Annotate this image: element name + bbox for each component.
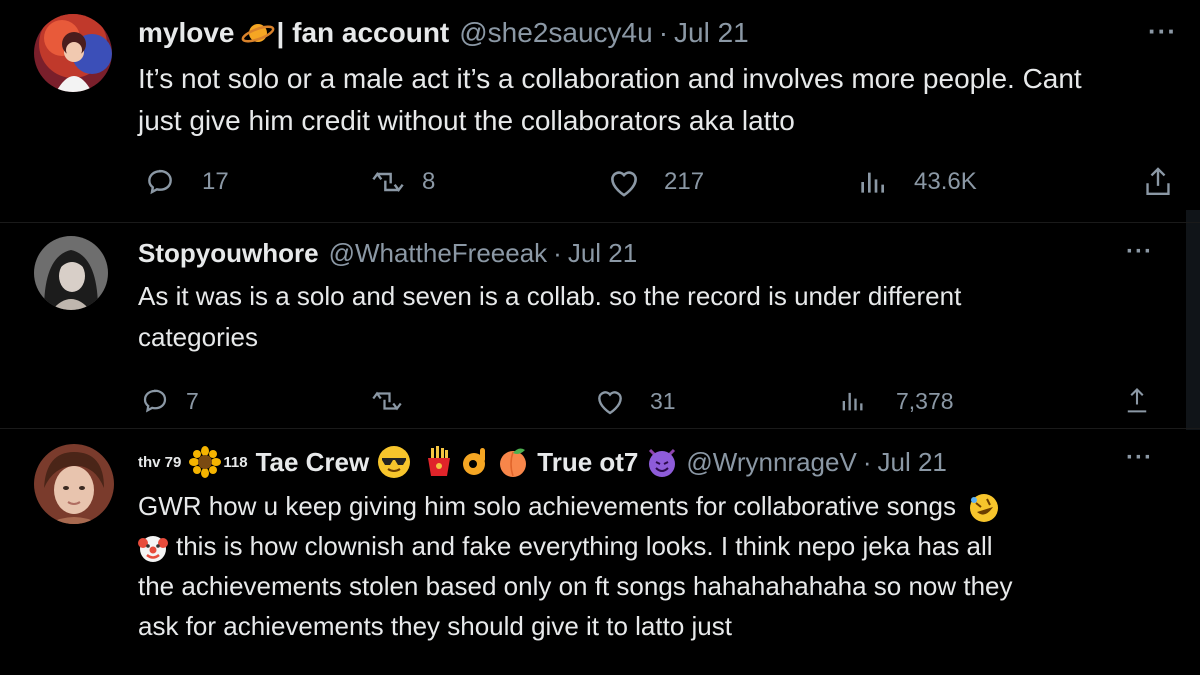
rolling-laughing-emoji-icon — [969, 493, 999, 523]
tweet-text-line: categories — [138, 322, 258, 352]
retweet-icon — [370, 386, 404, 416]
display-name-part: 118 — [223, 453, 248, 471]
avatar[interactable] — [34, 236, 108, 310]
tweet-text-segment: this is how clownish and fake everything… — [176, 531, 993, 561]
share-button[interactable] — [1142, 164, 1174, 200]
reply-button[interactable]: 7 — [140, 384, 199, 418]
reply-icon — [144, 166, 176, 198]
retweet-icon — [370, 166, 406, 198]
tweet-header: thv 79 118 Tae Crew True ot7 @WrynnrageV… — [138, 442, 947, 482]
clown-emoji-icon — [138, 533, 168, 563]
like-button[interactable]: 217 — [606, 164, 704, 200]
display-name-suffix: | fan account — [276, 17, 450, 48]
ok-hand-emoji-icon — [461, 446, 491, 478]
share-icon — [1142, 165, 1174, 199]
tweet-date[interactable]: Jul 21 — [674, 17, 749, 49]
views-button[interactable]: 7,378 — [838, 384, 954, 418]
tweet-date[interactable]: Jul 21 — [568, 238, 637, 269]
reply-count: 17 — [202, 168, 229, 195]
like-count: 31 — [650, 387, 676, 414]
separator-dot: · — [553, 237, 562, 268]
tweet-3[interactable]: thv 79 118 Tae Crew True ot7 @WrynnrageV… — [0, 428, 1200, 675]
saturn-emoji-icon — [241, 19, 275, 47]
tweet-text-segment: GWR how u keep giving him solo achieveme… — [138, 491, 956, 521]
views-button[interactable]: 43.6K — [856, 164, 977, 200]
user-handle[interactable]: @WhattheFreeeak — [329, 238, 548, 269]
tweet-text-line: just give him credit without the collabo… — [138, 105, 795, 136]
tweet-text-line: this is how clownish and fake everything… — [138, 526, 1013, 566]
like-count: 217 — [664, 168, 705, 195]
reply-icon — [140, 386, 170, 416]
separator-dot: · — [658, 17, 669, 48]
heart-icon — [606, 166, 642, 198]
user-handle[interactable]: @she2saucy4u — [459, 17, 652, 49]
user-handle[interactable]: @WrynnrageV — [686, 447, 856, 478]
tweet-actions: 17 8 217 43.6K — [0, 164, 1200, 204]
tweet-1[interactable]: mylove | fan account @she2saucy4u · Jul … — [0, 0, 1200, 222]
share-button[interactable] — [1122, 384, 1152, 418]
like-button[interactable]: 31 — [594, 384, 676, 418]
fries-emoji-icon — [425, 446, 453, 478]
display-name-part[interactable]: True ot7 — [537, 447, 638, 478]
tweet-text-line: It’s not solo or a male act it’s a colla… — [138, 63, 1082, 94]
tweet-text-line: the achievements stolen based only on ft… — [138, 571, 1013, 601]
more-options-button[interactable]: ··· — [1148, 16, 1177, 47]
sunflower-emoji-icon — [189, 446, 222, 478]
views-count: 43.6K — [914, 168, 977, 195]
tweet-header: Stopyouwhore @WhattheFreeeak · Jul 21 — [138, 234, 637, 272]
heart-icon — [594, 386, 626, 416]
retweet-button[interactable] — [370, 384, 404, 418]
tweet-text-line: ask for achievements they should give it… — [138, 611, 732, 641]
display-name[interactable]: Stopyouwhore — [138, 238, 319, 269]
display-name-part[interactable]: Tae Crew — [256, 447, 370, 478]
tweet-feed: mylove | fan account @she2saucy4u · Jul … — [0, 0, 1200, 675]
tweet-text: It’s not solo or a male act it’s a colla… — [138, 58, 1082, 142]
display-name[interactable]: mylove — [138, 17, 235, 49]
tweet-header: mylove | fan account @she2saucy4u · Jul … — [138, 14, 749, 52]
tweet-text: As it was is a solo and seven is a colla… — [138, 276, 961, 358]
share-icon — [1122, 386, 1152, 416]
avatar[interactable] — [34, 14, 112, 92]
tweet-text: GWR how u keep giving him solo achieveme… — [138, 486, 1013, 646]
tweet-2[interactable]: Stopyouwhore @WhattheFreeeak · Jul 21 ··… — [0, 222, 1200, 428]
more-options-button[interactable]: ··· — [1126, 238, 1153, 266]
separator-dot: · — [862, 446, 872, 477]
reply-button[interactable]: 17 — [144, 164, 229, 200]
sunglasses-emoji-icon — [377, 445, 411, 479]
tweet-actions: 7 31 7,378 — [0, 384, 1200, 424]
smiling-devil-emoji-icon — [646, 446, 678, 478]
avatar[interactable] — [34, 444, 114, 524]
tweet-date[interactable]: Jul 21 — [877, 447, 946, 478]
more-options-button[interactable]: ··· — [1126, 444, 1153, 472]
retweet-button[interactable]: 8 — [370, 164, 435, 200]
reply-count: 7 — [186, 387, 199, 414]
tweet-text-line: As it was is a solo and seven is a colla… — [138, 281, 962, 311]
views-icon — [838, 386, 866, 416]
views-icon — [856, 166, 888, 198]
peach-emoji-icon — [497, 446, 529, 478]
views-count: 7,378 — [896, 387, 954, 414]
display-name-part[interactable]: thv 79 — [138, 454, 181, 471]
tweet-text-line: GWR how u keep giving him solo achieveme… — [138, 486, 1013, 526]
retweet-count: 8 — [422, 168, 436, 195]
